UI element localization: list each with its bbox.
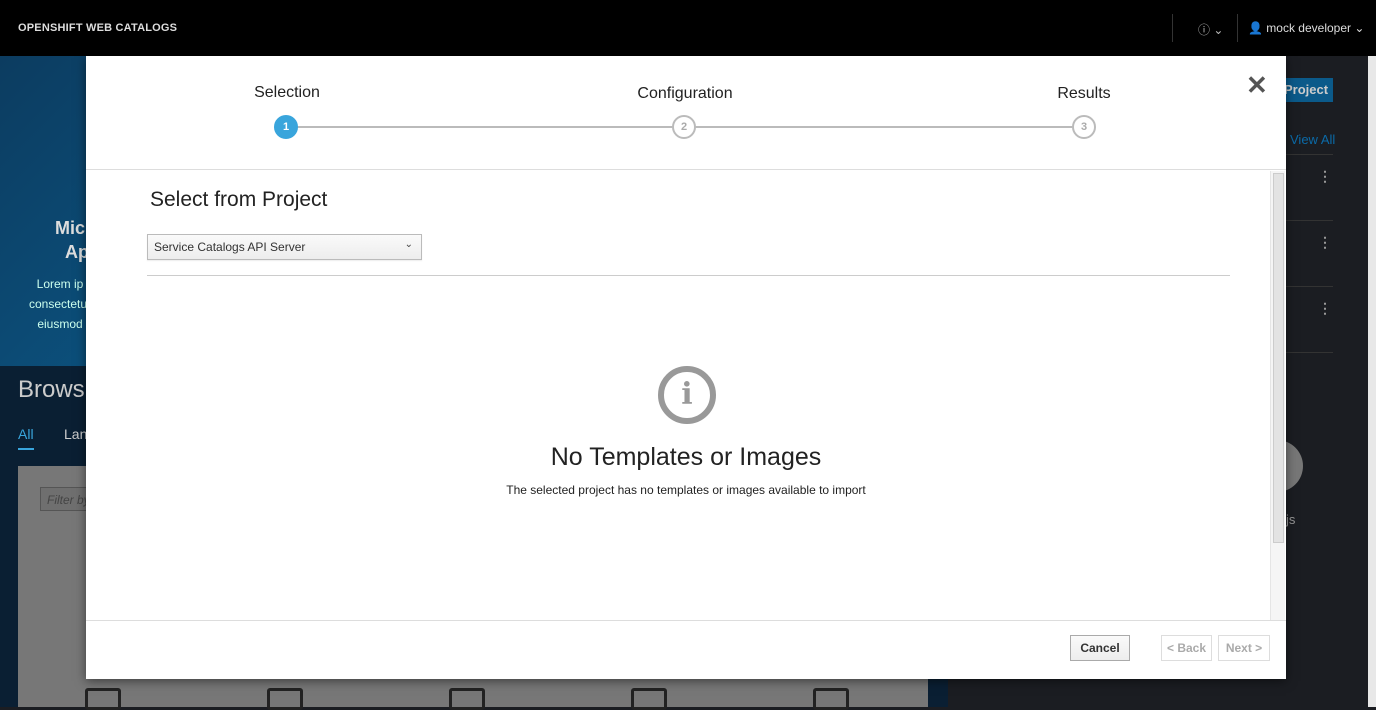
cancel-button[interactable]: Cancel [1070, 635, 1130, 661]
next-button[interactable]: Next > [1218, 635, 1270, 661]
brand-title: OPENSHIFT WEB CATALOGS [18, 22, 178, 34]
divider [1237, 14, 1238, 42]
question-circle-icon: ⓘ [1198, 23, 1211, 37]
project-select[interactable]: Service Catalogs API Server ⌄ [147, 234, 422, 260]
divider [1172, 14, 1173, 42]
back-button[interactable]: < Back [1161, 635, 1212, 661]
create-project-button[interactable]: Project [1280, 78, 1333, 102]
step-3-results[interactable]: 3 [1072, 115, 1096, 139]
close-icon[interactable]: ✕ [1246, 70, 1268, 101]
wizard-footer: Cancel < Back Next > [86, 620, 1286, 679]
step-label-configuration: Configuration [637, 85, 733, 102]
chevron-down-icon: ⌄ [404, 239, 413, 250]
step-1-selection[interactable]: 1 [274, 115, 298, 139]
help-menu[interactable]: ⓘ ⌄ [1198, 21, 1223, 38]
info-icon: i [658, 366, 716, 424]
catalog-item-label: js [1286, 512, 1296, 527]
step-label-selection: Selection [254, 84, 320, 101]
import-wizard-modal: Selection 1 Configuration 2 Results 3 ✕ … [86, 56, 1286, 679]
divider [1285, 154, 1333, 155]
kebab-icon[interactable]: ⋮ [1318, 168, 1332, 185]
modal-scrollbar[interactable] [1270, 171, 1285, 620]
empty-state-text: The selected project has no templates or… [506, 483, 866, 497]
empty-state-title: No Templates or Images [550, 443, 822, 471]
hero-title: Mic [55, 218, 86, 238]
user-name: mock developer [1266, 21, 1352, 35]
page-scrollbar[interactable] [1368, 56, 1376, 707]
user-menu[interactable]: 👤 mock developer ⌄ [1248, 21, 1364, 35]
divider [1285, 352, 1333, 353]
project-select-value: Service Catalogs API Server [154, 240, 306, 254]
kebab-icon[interactable]: ⋮ [1318, 300, 1332, 317]
section-title: Select from Project [150, 188, 328, 211]
step-label-results: Results [1057, 85, 1111, 102]
tab-all[interactable]: All [18, 426, 34, 450]
divider [1285, 286, 1333, 287]
scrollbar-thumb[interactable] [1273, 173, 1284, 543]
divider [1285, 220, 1333, 221]
masthead: OPENSHIFT WEB CATALOGS ⓘ ⌄ 👤 mock develo… [0, 0, 1376, 56]
tab-languages[interactable]: Lan [64, 426, 87, 442]
kebab-icon[interactable]: ⋮ [1318, 234, 1332, 251]
view-all-link[interactable]: View All [1290, 132, 1335, 147]
browse-heading: Brows [18, 376, 85, 403]
step-2-configuration[interactable]: 2 [672, 115, 696, 139]
user-icon: 👤 [1248, 21, 1263, 35]
divider [147, 275, 1230, 276]
wizard-steps: Selection 1 Configuration 2 Results 3 ✕ [86, 56, 1286, 170]
